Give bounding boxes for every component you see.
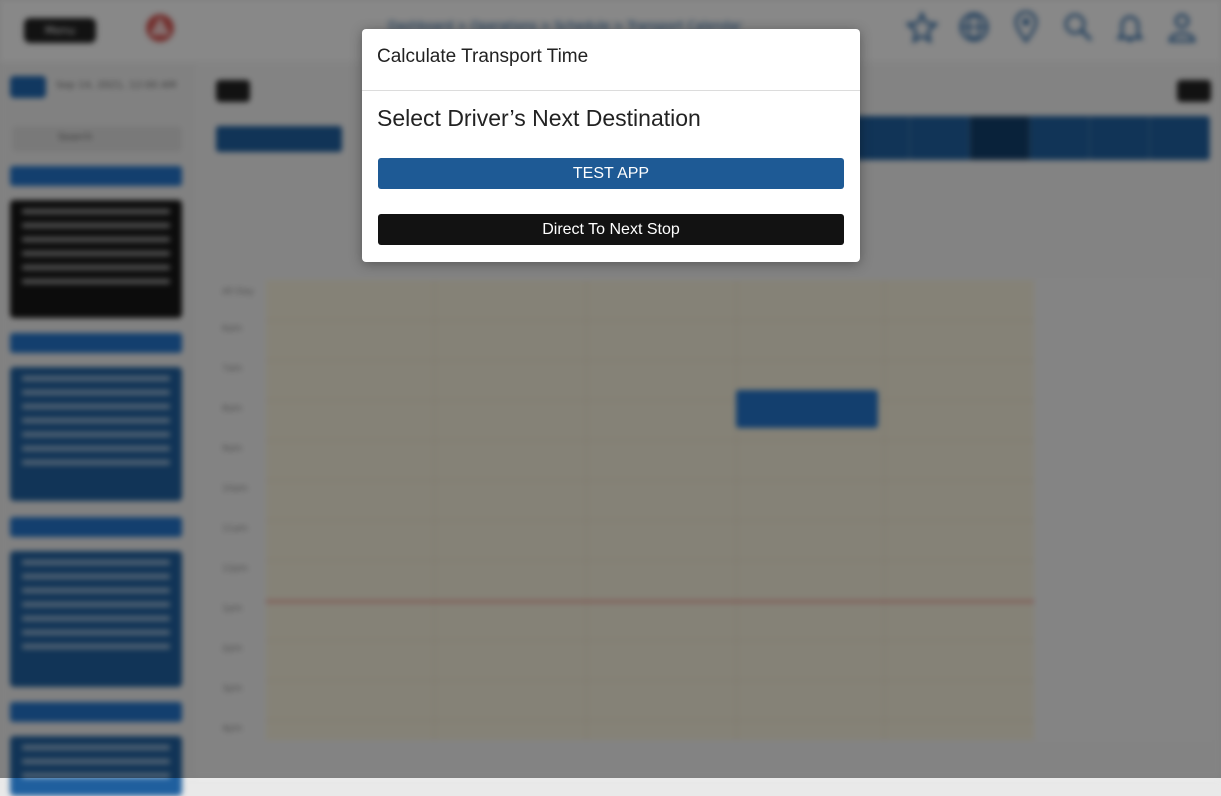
transport-time-dialog: Calculate Transport Time Select Driver’s… xyxy=(362,29,860,262)
direct-to-next-stop-button[interactable]: Direct To Next Stop xyxy=(378,214,844,245)
test-app-button[interactable]: TEST APP xyxy=(378,158,844,189)
dialog-title: Calculate Transport Time xyxy=(377,46,589,67)
dialog-divider xyxy=(362,90,860,91)
dialog-heading: Select Driver’s Next Destination xyxy=(377,105,701,131)
